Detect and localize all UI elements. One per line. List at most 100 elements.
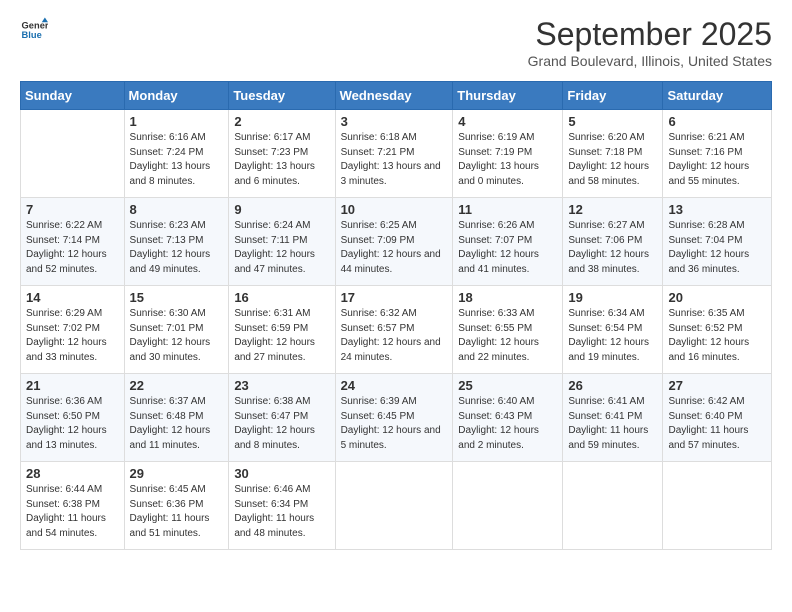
day-number: 2 [234,114,329,129]
day-number: 10 [341,202,448,217]
cell-info: Sunrise: 6:23 AMSunset: 7:13 PMDaylight:… [130,219,224,277]
cell-info: Sunrise: 6:44 AMSunset: 6:38 PMDaylight:… [26,483,119,541]
col-thursday: Thursday [453,82,563,110]
cell-info: Sunrise: 6:34 AMSunset: 6:54 PMDaylight:… [568,307,657,365]
location-title: Grand Boulevard, Illinois, United States [528,53,772,69]
cell-info: Sunrise: 6:38 AMSunset: 6:47 PMDaylight:… [234,395,329,453]
week-row-2: 7 Sunrise: 6:22 AMSunset: 7:14 PMDaylight… [21,198,772,286]
cell-info: Sunrise: 6:37 AMSunset: 6:48 PMDaylight:… [130,395,224,453]
day-number: 21 [26,378,119,393]
day-number: 23 [234,378,329,393]
cell-info: Sunrise: 6:29 AMSunset: 7:02 PMDaylight:… [26,307,119,365]
calendar-cell: 27 Sunrise: 6:42 AMSunset: 6:40 PMDayligh… [663,374,772,462]
logo-icon: General Blue [20,16,48,44]
week-row-3: 14 Sunrise: 6:29 AMSunset: 7:02 PMDayligh… [21,286,772,374]
day-number: 3 [341,114,448,129]
calendar-cell: 15 Sunrise: 6:30 AMSunset: 7:01 PMDayligh… [124,286,229,374]
cell-info: Sunrise: 6:32 AMSunset: 6:57 PMDaylight:… [341,307,448,365]
calendar-cell: 25 Sunrise: 6:40 AMSunset: 6:43 PMDayligh… [453,374,563,462]
cell-info: Sunrise: 6:39 AMSunset: 6:45 PMDaylight:… [341,395,448,453]
day-number: 25 [458,378,557,393]
cell-info: Sunrise: 6:41 AMSunset: 6:41 PMDaylight:… [568,395,657,453]
svg-text:Blue: Blue [22,30,42,40]
calendar-cell [663,462,772,550]
week-row-4: 21 Sunrise: 6:36 AMSunset: 6:50 PMDayligh… [21,374,772,462]
day-number: 13 [668,202,766,217]
calendar-cell: 10 Sunrise: 6:25 AMSunset: 7:09 PMDayligh… [335,198,453,286]
calendar-cell: 21 Sunrise: 6:36 AMSunset: 6:50 PMDayligh… [21,374,125,462]
calendar-cell: 12 Sunrise: 6:27 AMSunset: 7:06 PMDayligh… [563,198,663,286]
cell-info: Sunrise: 6:46 AMSunset: 6:34 PMDaylight:… [234,483,329,541]
calendar-cell: 17 Sunrise: 6:32 AMSunset: 6:57 PMDayligh… [335,286,453,374]
calendar-cell: 30 Sunrise: 6:46 AMSunset: 6:34 PMDayligh… [229,462,335,550]
cell-info: Sunrise: 6:25 AMSunset: 7:09 PMDaylight:… [341,219,448,277]
logo: General Blue [20,16,48,44]
day-number: 14 [26,290,119,305]
calendar-cell: 2 Sunrise: 6:17 AMSunset: 7:23 PMDaylight… [229,110,335,198]
day-number: 29 [130,466,224,481]
calendar-cell [453,462,563,550]
page-header: General Blue September 2025 Grand Boulev… [20,16,772,69]
cell-info: Sunrise: 6:40 AMSunset: 6:43 PMDaylight:… [458,395,557,453]
cell-info: Sunrise: 6:27 AMSunset: 7:06 PMDaylight:… [568,219,657,277]
calendar-cell [563,462,663,550]
day-number: 8 [130,202,224,217]
day-number: 12 [568,202,657,217]
col-saturday: Saturday [663,82,772,110]
day-number: 5 [568,114,657,129]
calendar-cell: 13 Sunrise: 6:28 AMSunset: 7:04 PMDayligh… [663,198,772,286]
day-number: 27 [668,378,766,393]
calendar-table: Sunday Monday Tuesday Wednesday Thursday… [20,81,772,550]
day-number: 24 [341,378,448,393]
cell-info: Sunrise: 6:33 AMSunset: 6:55 PMDaylight:… [458,307,557,365]
cell-info: Sunrise: 6:20 AMSunset: 7:18 PMDaylight:… [568,131,657,189]
day-number: 26 [568,378,657,393]
calendar-cell [21,110,125,198]
header-row: Sunday Monday Tuesday Wednesday Thursday… [21,82,772,110]
calendar-cell: 4 Sunrise: 6:19 AMSunset: 7:19 PMDaylight… [453,110,563,198]
calendar-cell: 18 Sunrise: 6:33 AMSunset: 6:55 PMDayligh… [453,286,563,374]
cell-info: Sunrise: 6:31 AMSunset: 6:59 PMDaylight:… [234,307,329,365]
day-number: 17 [341,290,448,305]
day-number: 22 [130,378,224,393]
cell-info: Sunrise: 6:26 AMSunset: 7:07 PMDaylight:… [458,219,557,277]
day-number: 16 [234,290,329,305]
day-number: 19 [568,290,657,305]
calendar-cell: 6Sunrise: 6:21 AMSunset: 7:16 PMDaylight… [663,110,772,198]
calendar-cell: 20Sunrise: 6:35 AMSunset: 6:52 PMDayligh… [663,286,772,374]
cell-info: Sunrise: 6:17 AMSunset: 7:23 PMDaylight:… [234,131,329,189]
calendar-cell: 8 Sunrise: 6:23 AMSunset: 7:13 PMDaylight… [124,198,229,286]
cell-info: Sunrise: 6:16 AMSunset: 7:24 PMDaylight:… [130,131,224,189]
cell-info: Sunrise: 6:35 AMSunset: 6:52 PMDaylight:… [668,307,766,365]
calendar-cell: 29Sunrise: 6:45 AMSunset: 6:36 PMDayligh… [124,462,229,550]
col-monday: Monday [124,82,229,110]
cell-info: Sunrise: 6:42 AMSunset: 6:40 PMDaylight:… [668,395,766,453]
col-tuesday: Tuesday [229,82,335,110]
calendar-cell: 24 Sunrise: 6:39 AMSunset: 6:45 PMDayligh… [335,374,453,462]
cell-info: Sunrise: 6:22 AMSunset: 7:14 PMDaylight:… [26,219,119,277]
calendar-cell: 11 Sunrise: 6:26 AMSunset: 7:07 PMDayligh… [453,198,563,286]
day-number: 9 [234,202,329,217]
day-number: 6 [668,114,766,129]
cell-info: Sunrise: 6:36 AMSunset: 6:50 PMDaylight:… [26,395,119,453]
calendar-cell: 14 Sunrise: 6:29 AMSunset: 7:02 PMDayligh… [21,286,125,374]
calendar-cell: 19 Sunrise: 6:34 AMSunset: 6:54 PMDayligh… [563,286,663,374]
calendar-cell: 3 Sunrise: 6:18 AMSunset: 7:21 PMDaylight… [335,110,453,198]
day-number: 1 [130,114,224,129]
day-number: 30 [234,466,329,481]
calendar-cell: 5 Sunrise: 6:20 AMSunset: 7:18 PMDaylight… [563,110,663,198]
week-row-1: 1 Sunrise: 6:16 AMSunset: 7:24 PMDaylight… [21,110,772,198]
cell-info: Sunrise: 6:28 AMSunset: 7:04 PMDaylight:… [668,219,766,277]
day-number: 15 [130,290,224,305]
day-number: 4 [458,114,557,129]
day-number: 11 [458,202,557,217]
col-wednesday: Wednesday [335,82,453,110]
day-number: 7 [26,202,119,217]
calendar-cell: 26 Sunrise: 6:41 AMSunset: 6:41 PMDayligh… [563,374,663,462]
cell-info: Sunrise: 6:18 AMSunset: 7:21 PMDaylight:… [341,131,448,189]
cell-info: Sunrise: 6:30 AMSunset: 7:01 PMDaylight:… [130,307,224,365]
calendar-cell [335,462,453,550]
day-number: 18 [458,290,557,305]
calendar-cell: 28Sunrise: 6:44 AMSunset: 6:38 PMDayligh… [21,462,125,550]
cell-info: Sunrise: 6:19 AMSunset: 7:19 PMDaylight:… [458,131,557,189]
